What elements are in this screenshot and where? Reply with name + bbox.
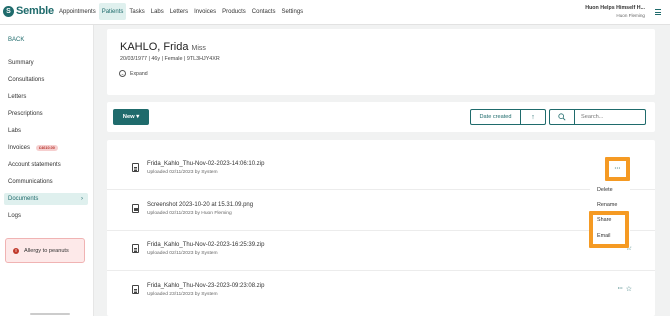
nav-labs[interactable]: Labs — [148, 3, 167, 20]
invoice-balance-badge: £4610.00 — [36, 145, 58, 151]
document-name[interactable]: Frida_Kahlo_Thu-Nov-02-2023-14:06:10.zip — [147, 161, 264, 167]
nav-settings[interactable]: Settings — [278, 3, 306, 20]
document-row[interactable]: Frida_Kahlo_Thu-Nov-02-2023-16:25:39.zip… — [107, 231, 655, 271]
document-row[interactable]: Frida_Kahlo_Thu-Nov-23-2023-09:23:08.zip… — [107, 272, 655, 312]
nav-invoices[interactable]: Invoices — [191, 3, 219, 20]
document-name[interactable]: Screenshot 2023-10-20 at 15.31.09.png — [147, 202, 253, 208]
arrow-up-icon: ↑ — [531, 113, 535, 121]
search-button[interactable] — [549, 109, 575, 125]
star-icon[interactable]: ☆ — [626, 285, 632, 293]
expand-label: Expand — [130, 70, 148, 77]
hamburger-menu-icon[interactable] — [655, 9, 661, 17]
sidebar-item-communications[interactable]: Communications — [4, 176, 88, 188]
nav-contacts[interactable]: Contacts — [249, 3, 279, 20]
top-bar: S Semble Appointments Patients Tasks Lab… — [0, 0, 670, 25]
sort-by-date-button[interactable]: Date created — [470, 109, 521, 125]
sidebar-item-label: Invoices — [8, 145, 31, 151]
sidebar-item-label: Account statements — [8, 162, 61, 168]
patient-sidebar: BACK Summary Consultations Letters Presc… — [0, 25, 94, 316]
row-actions: ··· ☆ — [618, 285, 632, 293]
document-icon — [132, 163, 139, 172]
sidebar-item-documents[interactable]: Documents › — [4, 193, 88, 205]
sidebar-item-label: Labs — [8, 128, 22, 134]
sort-direction-button[interactable]: ↑ — [521, 109, 546, 125]
new-button-label: New — [122, 114, 135, 120]
expand-button[interactable]: ⌄ Expand — [119, 70, 148, 77]
nav-appointments[interactable]: Appointments — [56, 3, 99, 20]
patient-name-text: KAHLO, Frida — [120, 41, 189, 53]
document-row[interactable]: Frida_Kahlo_Thu-Nov-02-2023-14:06:10.zip… — [107, 150, 655, 190]
sidebar-item-label: Prescriptions — [8, 111, 43, 117]
patient-details: 20/03/1977 | 46y | Female | 9TL3HJY4XR — [120, 56, 220, 62]
documents-list: Frida_Kahlo_Thu-Nov-02-2023-14:06:10.zip… — [107, 140, 655, 316]
sidebar-scrollbar[interactable] — [30, 313, 70, 315]
alert-icon: ! — [13, 247, 19, 254]
document-icon — [132, 244, 139, 253]
search-icon — [558, 113, 566, 121]
document-uploaded: Uploaded 02/11/2023 by System — [147, 251, 218, 256]
share-email-highlight — [589, 211, 629, 248]
sidebar-item-invoices[interactable]: Invoices £4610.00 — [4, 142, 88, 154]
user-org: Huon Helps Himself H... — [585, 5, 645, 11]
nav-patients[interactable]: Patients — [98, 3, 127, 20]
sidebar-item-logs[interactable]: Logs — [4, 210, 88, 222]
sidebar-item-label: Letters — [8, 94, 27, 100]
documents-toolbar: New ▾ Date created ↑ — [107, 102, 655, 132]
sidebar-item-labs[interactable]: Labs — [4, 125, 88, 137]
document-icon — [132, 285, 139, 294]
chevron-down-circle-icon: ⌄ — [119, 70, 126, 77]
sidebar-item-consultations[interactable]: Consultations — [4, 74, 88, 86]
caret-down-icon: ▾ — [134, 114, 140, 120]
document-uploaded: Uploaded 02/11/2023 by System — [147, 170, 218, 175]
search-input[interactable] — [575, 109, 646, 125]
document-uploaded: Uploaded 23/11/2023 by System — [147, 292, 218, 297]
menu-item-delete[interactable]: Delete — [597, 187, 613, 193]
document-uploaded: Uploaded 02/11/2023 by Huon Fleming — [147, 211, 232, 216]
sidebar-item-prescriptions[interactable]: Prescriptions — [4, 108, 88, 120]
user-name: Huon Fleming — [616, 13, 645, 18]
user-menu[interactable]: Huon Helps Himself H... Huon Fleming — [585, 5, 645, 18]
sidebar-item-label: Communications — [8, 179, 53, 185]
sidebar-item-summary[interactable]: Summary — [4, 57, 88, 69]
semble-logo-icon: S — [3, 5, 14, 17]
app-logo[interactable]: S Semble — [3, 5, 54, 17]
back-link[interactable]: BACK — [8, 37, 24, 43]
allergy-alert: ! Allergy to peanuts — [5, 238, 85, 263]
patient-header-card: KAHLO, Frida Miss 20/03/1977 | 46y | Fem… — [107, 29, 655, 95]
nav-tasks[interactable]: Tasks — [126, 3, 147, 20]
document-name[interactable]: Frida_Kahlo_Thu-Nov-02-2023-16:25:39.zip — [147, 242, 264, 248]
allergy-text: Allergy to peanuts — [24, 247, 69, 254]
chevron-right-icon: › — [81, 196, 83, 202]
image-file-icon — [132, 204, 139, 213]
patient-name: KAHLO, Frida Miss — [120, 41, 206, 53]
sidebar-item-label: Logs — [8, 213, 22, 219]
menu-item-rename[interactable]: Rename — [597, 202, 617, 208]
new-document-button[interactable]: New ▾ — [113, 109, 149, 125]
more-options-button-highlighted[interactable]: ··· — [605, 157, 630, 181]
main-nav: Appointments Patients Tasks Labs Letters… — [56, 3, 306, 20]
more-options-icon: ··· — [614, 166, 621, 172]
sidebar-item-letters[interactable]: Letters — [4, 91, 88, 103]
app-logo-text: Semble — [16, 5, 54, 17]
nav-products[interactable]: Products — [219, 3, 249, 20]
patient-title: Miss — [191, 45, 206, 52]
sidebar-item-label: Consultations — [8, 77, 45, 83]
document-name[interactable]: Frida_Kahlo_Thu-Nov-23-2023-09:23:08.zip — [147, 283, 264, 289]
more-options-icon[interactable]: ··· — [618, 286, 623, 292]
sidebar-item-label: Summary — [8, 60, 34, 66]
sidebar-item-account-statements[interactable]: Account statements — [4, 159, 88, 171]
sidebar-item-label: Documents — [8, 196, 39, 202]
document-row[interactable]: Screenshot 2023-10-20 at 15.31.09.png Up… — [107, 191, 655, 231]
nav-letters[interactable]: Letters — [167, 3, 191, 20]
